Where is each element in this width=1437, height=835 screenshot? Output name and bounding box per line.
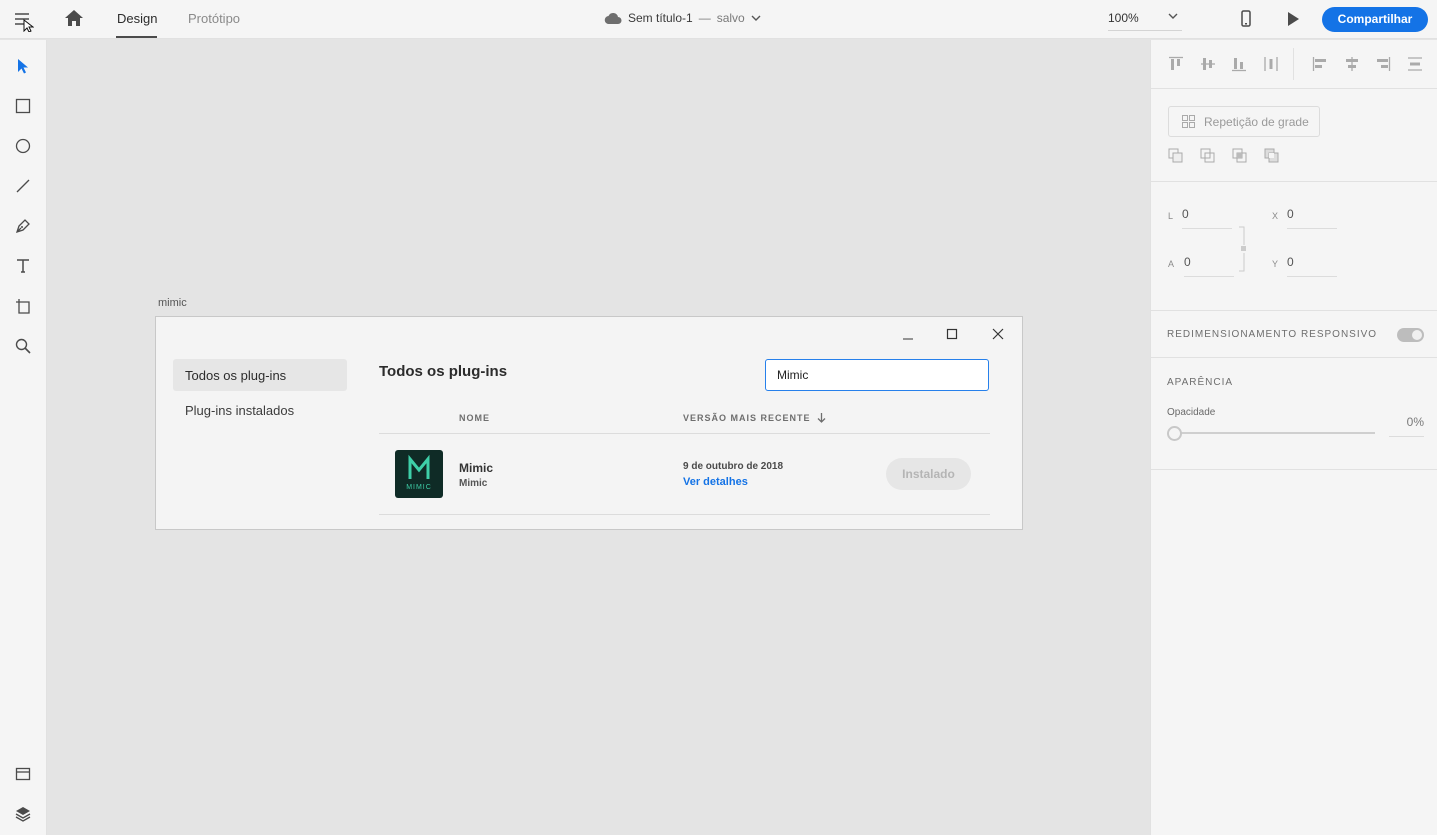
layers-icon[interactable] [13,804,33,824]
plugin-details-link[interactable]: Ver detalhes [683,476,748,488]
y-label: Y [1272,259,1279,269]
ellipse-tool-icon[interactable] [13,136,33,156]
property-inspector: Repetição de grade L 0 X 0 A 0 Y 0 REDIM… [1150,40,1437,835]
device-preview-icon[interactable] [1239,10,1253,28]
column-header-version[interactable]: VERSÃO MAIS RECENTE [683,413,826,423]
document-name: Sem título-1 [628,11,693,25]
distribute-vertical-icon[interactable] [1407,56,1423,72]
artboard-tool-icon[interactable] [13,296,33,316]
active-tab-indicator [116,36,157,38]
boolean-subtract-icon[interactable] [1200,148,1216,164]
chevron-down-icon [751,15,761,21]
panel-divider [1151,357,1437,358]
plugin-author: Mimic [459,478,488,489]
share-button[interactable]: Compartilhar [1322,7,1428,32]
opacity-label: Opacidade [1167,407,1216,418]
panel-divider [1151,469,1437,470]
panel-divider [1151,181,1437,182]
appearance-label: APARÊNCIA [1167,377,1234,388]
tools-toolbar [0,40,47,835]
panel-divider [1151,310,1437,311]
zoom-select[interactable]: 100% [1108,9,1182,31]
align-left-icon[interactable] [1312,56,1328,72]
repeat-grid-button[interactable]: Repetição de grade [1168,106,1320,137]
plugin-logo: MIMIC [395,450,443,498]
lock-aspect-icon[interactable] [1239,226,1247,272]
hamburger-menu-icon[interactable] [12,10,35,33]
top-bar: Design Protótipo Sem título-1 — salvo 10… [0,0,1437,39]
plugin-release-date: 9 de outubro de 2018 [683,461,784,472]
text-tool-icon[interactable] [13,256,33,276]
artboard-plugins-dialog[interactable]: Todos os plug-ins Plug-ins instalados To… [155,316,1023,530]
y-field[interactable]: 0 [1287,255,1337,277]
x-field[interactable]: 0 [1287,207,1337,229]
select-arrow-icon[interactable] [13,56,33,76]
sidebar-item-installed-plugins[interactable]: Plug-ins instalados [185,403,294,418]
chevron-down-icon [1168,13,1178,19]
sidebar-item-all-plugins[interactable]: Todos os plug-ins [173,359,347,391]
width-field[interactable]: 0 [1182,207,1232,229]
boolean-intersect-icon[interactable] [1232,148,1248,164]
distribute-horizontal-icon[interactable] [1263,56,1279,72]
zoom-tool-icon[interactable] [13,336,33,356]
column-header-version-label: VERSÃO MAIS RECENTE [683,413,811,423]
maximize-icon[interactable] [946,327,958,340]
assets-panel-icon[interactable] [13,764,33,784]
home-icon[interactable] [64,9,86,29]
boolean-exclude-icon[interactable] [1264,148,1280,164]
opacity-slider-thumb[interactable] [1167,426,1182,441]
x-label: X [1272,211,1279,221]
column-header-name[interactable]: NOME [459,413,490,423]
table-divider [379,433,990,434]
rectangle-tool-icon[interactable] [13,96,33,116]
boolean-add-icon[interactable] [1168,148,1184,164]
panel-divider [1293,48,1294,80]
height-label: A [1168,259,1175,269]
align-right-icon[interactable] [1375,56,1391,72]
align-center-icon[interactable] [1344,56,1360,72]
document-save-status: salvo [716,11,745,25]
align-top-icon[interactable] [1168,56,1184,72]
sort-arrow-down-icon [817,413,825,423]
plugin-search-input[interactable] [765,359,989,391]
align-middle-icon[interactable] [1200,56,1216,72]
document-separator: — [698,11,711,25]
repeat-grid-label: Repetição de grade [1204,115,1309,129]
play-icon[interactable] [1285,11,1301,27]
panel-divider [1151,88,1437,89]
align-bottom-icon[interactable] [1231,56,1247,72]
cloud-icon [604,12,622,24]
minimize-icon[interactable] [902,332,914,344]
tab-prototype[interactable]: Protótipo [188,11,240,26]
tab-design[interactable]: Design [117,11,157,26]
plugin-logo-text: MIMIC [406,484,432,491]
close-icon[interactable] [992,327,1004,340]
height-field[interactable]: 0 [1184,255,1234,277]
table-divider [379,514,990,515]
plugins-title: Todos os plug-ins [379,363,508,380]
line-tool-icon[interactable] [13,176,33,196]
responsive-resize-label: REDIMENSIONAMENTO RESPONSIVO [1167,329,1378,340]
installed-button: Instalado [886,458,971,490]
opacity-value[interactable]: 0% [1389,415,1424,437]
artboard-label[interactable]: mimic [158,297,187,309]
zoom-value: 100% [1108,11,1139,25]
opacity-slider-track[interactable] [1175,432,1375,434]
document-title[interactable]: Sem título-1 — salvo [604,11,761,25]
pen-tool-icon[interactable] [13,216,33,236]
plugin-name: Mimic [459,461,494,475]
width-label: L [1168,211,1174,221]
repeat-grid-icon [1182,115,1195,128]
responsive-resize-toggle[interactable] [1397,328,1424,342]
